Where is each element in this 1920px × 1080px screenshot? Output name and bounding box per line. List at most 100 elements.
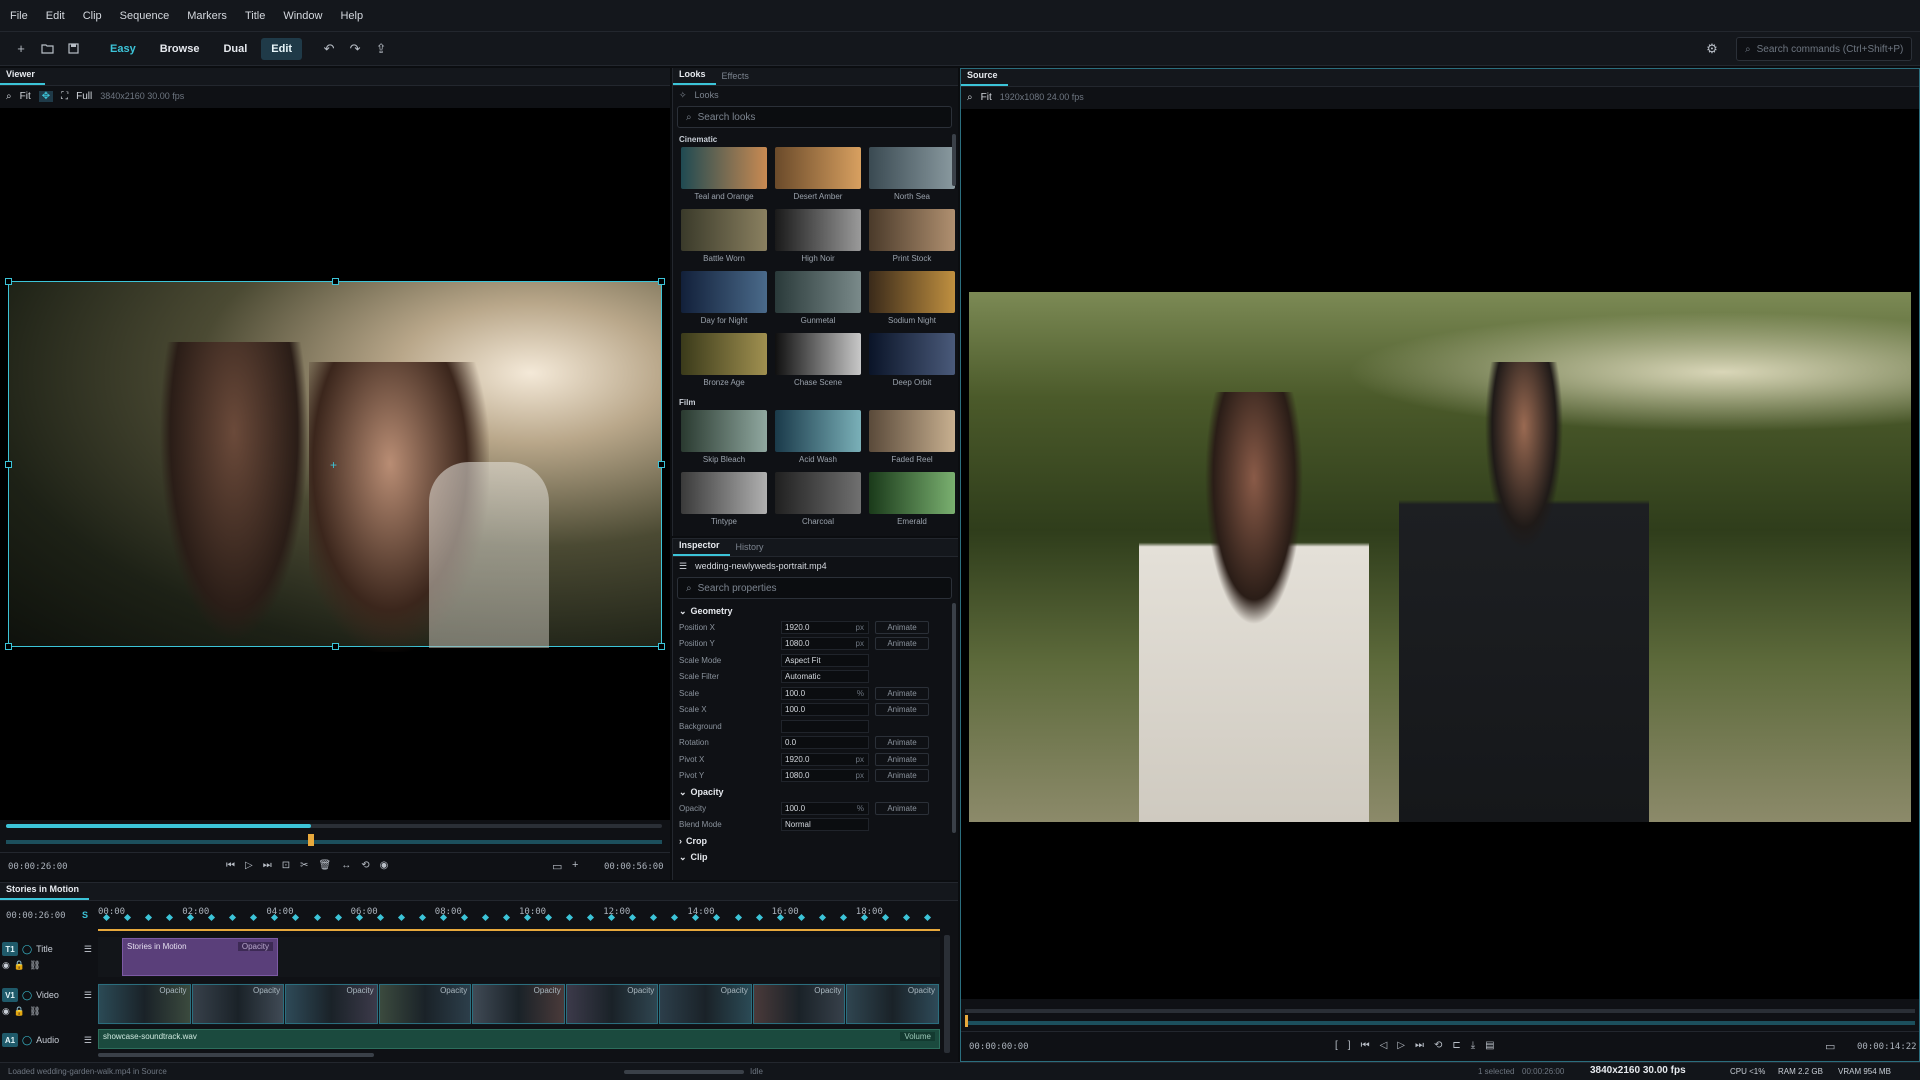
animate-button[interactable]: Animate — [875, 769, 929, 783]
keyframe-marker[interactable] — [923, 913, 931, 922]
keyframe-marker[interactable] — [902, 913, 910, 922]
move-tool-icon[interactable]: ✥ — [38, 90, 54, 102]
video-clip[interactable]: Opacity — [659, 984, 752, 1024]
add-marker-icon[interactable]: + — [572, 859, 578, 871]
viewer-scrub-track[interactable] — [6, 824, 662, 828]
skip-back-icon[interactable]: ⏮ — [226, 860, 235, 871]
keyframe-marker[interactable] — [376, 913, 384, 922]
play-icon[interactable]: ▷ — [1397, 1040, 1405, 1051]
handle-bc[interactable] — [332, 643, 339, 650]
mode-button-browse[interactable]: Browse — [150, 38, 210, 60]
marker-icon[interactable]: ⊡ — [282, 860, 290, 871]
open-folder-icon[interactable] — [34, 37, 60, 61]
viewer-frame-image[interactable]: + — [5, 278, 665, 652]
prop-value-field[interactable]: 100.0 — [781, 703, 869, 717]
keyframe-marker[interactable] — [545, 913, 553, 922]
add-icon[interactable]: + — [8, 37, 34, 61]
timeline-ruler[interactable]: 00:00 02:00 04:00 06:00 08:00 10:00 12:00 14:00… — [98, 905, 940, 923]
inspector-search-input[interactable]: ⌕ Search properties — [677, 577, 952, 599]
loop-icon[interactable]: ⟲ — [1434, 1040, 1442, 1051]
group-crop[interactable]: › Crop — [673, 833, 958, 849]
keyframe-marker[interactable] — [629, 913, 637, 922]
timeline-v-scrollbar[interactable] — [944, 935, 950, 1053]
source-frame-image[interactable] — [969, 292, 1911, 822]
look-faded-reel[interactable]: Faded Reel — [867, 410, 957, 472]
group-clip[interactable]: ⌄ Clip — [673, 849, 958, 865]
zoom-icon[interactable]: ⌕ — [6, 91, 12, 102]
mode-button-dual[interactable]: Dual — [213, 38, 257, 60]
title-clip[interactable]: Stories in Motion Opacity — [122, 938, 278, 976]
look-thumbnail[interactable] — [869, 410, 955, 452]
output-monitor-icon[interactable]: ▭ — [552, 860, 562, 873]
prop-value-field[interactable]: 100.0% — [781, 686, 869, 700]
look-thumbnail[interactable] — [681, 147, 767, 189]
menu-item-title[interactable]: Title — [245, 10, 265, 22]
skip-forward-icon[interactable]: ⏭ — [1415, 1040, 1424, 1051]
keyframe-marker[interactable] — [734, 913, 742, 922]
keyframe-marker[interactable] — [650, 913, 658, 922]
lock-icon[interactable]: 🔒 — [14, 960, 25, 971]
menu-item-clip[interactable]: Clip — [83, 10, 102, 22]
source-timeline-bar[interactable] — [965, 1021, 1915, 1025]
tab-viewer[interactable]: Viewer — [0, 69, 45, 85]
step-back-icon[interactable]: ◁ — [1380, 1040, 1388, 1051]
tab-inspector[interactable]: Inspector — [673, 540, 730, 556]
keyframe-marker[interactable] — [713, 913, 721, 922]
animate-button[interactable]: Animate — [875, 801, 929, 815]
track-menu-icon[interactable]: ☰ — [84, 990, 92, 1001]
look-teal-and-orange[interactable]: Teal and Orange — [679, 147, 769, 209]
lock-icon[interactable]: 🔒 — [14, 1006, 25, 1017]
eye-icon[interactable]: ◯ — [22, 990, 32, 1001]
prop-value-field[interactable]: 1080.0 px — [781, 769, 869, 783]
viewer-timeline-bar[interactable] — [6, 840, 662, 844]
look-sodium-night[interactable]: Sodium Night — [867, 271, 957, 333]
keyframe-marker[interactable] — [502, 913, 510, 922]
look-thumbnail[interactable] — [681, 410, 767, 452]
keyframe-marker[interactable] — [587, 913, 595, 922]
keyframe-marker[interactable] — [145, 913, 153, 922]
mark-out-icon[interactable]: ] — [1348, 1040, 1351, 1051]
keyframe-marker[interactable] — [313, 913, 321, 922]
source-canvas[interactable] — [961, 109, 1919, 999]
timeline-timecode[interactable]: 00:00:26:00 — [6, 911, 66, 921]
keyframe-marker[interactable] — [839, 913, 847, 922]
looks-search-input[interactable]: ⌕ Search looks — [677, 106, 952, 128]
tab-effects[interactable]: Effects — [716, 71, 759, 85]
keyframe-marker[interactable] — [671, 913, 679, 922]
viewer-zoom[interactable]: Fit — [20, 91, 31, 102]
look-thumbnail[interactable] — [775, 410, 861, 452]
skip-forward-icon[interactable]: ⏭ — [263, 860, 272, 871]
eye-icon[interactable]: ◯ — [22, 1035, 32, 1046]
link-icon[interactable]: ⛓ — [29, 1006, 40, 1017]
prop-value-field[interactable] — [781, 719, 869, 733]
overwrite-icon[interactable]: ▤ — [1485, 1040, 1494, 1051]
viewer-full-label[interactable]: Full — [76, 91, 92, 102]
play-icon[interactable]: ▷ — [245, 860, 253, 871]
look-skip-bleach[interactable]: Skip Bleach — [679, 410, 769, 472]
eye-icon[interactable]: ◯ — [22, 944, 32, 955]
video-clip[interactable]: Opacity — [752, 984, 846, 1024]
animate-button[interactable]: Animate — [875, 620, 929, 634]
look-bronze-age[interactable]: Bronze Age — [679, 333, 769, 395]
handle-mr[interactable] — [658, 461, 665, 468]
tab-timeline[interactable]: Stories in Motion — [0, 884, 89, 900]
look-thumbnail[interactable] — [869, 147, 955, 189]
menu-item-window[interactable]: Window — [283, 10, 322, 22]
look-print-stock[interactable]: Print Stock — [867, 209, 957, 271]
prop-value-field[interactable]: Normal — [781, 818, 869, 832]
prop-value-field[interactable]: 100.0% — [781, 801, 869, 815]
track-badge-title[interactable]: T1 — [2, 942, 18, 956]
look-thumbnail[interactable] — [775, 271, 861, 313]
skip-back-icon[interactable]: ⏮ — [1361, 1040, 1370, 1051]
handle-bl[interactable] — [5, 643, 12, 650]
source-zoom[interactable]: Fit — [981, 92, 992, 103]
handle-tc[interactable] — [332, 278, 339, 285]
visibility-icon[interactable]: ◉ — [2, 960, 10, 971]
look-thumbnail[interactable] — [681, 472, 767, 514]
look-acid-wash[interactable]: Acid Wash — [773, 410, 863, 472]
source-scrub-track[interactable] — [965, 1009, 1915, 1013]
looks-scrollbar[interactable] — [952, 134, 956, 186]
viewer-playhead[interactable] — [308, 834, 315, 846]
menu-item-sequence[interactable]: Sequence — [120, 10, 170, 22]
keyframe-marker[interactable] — [292, 913, 300, 922]
